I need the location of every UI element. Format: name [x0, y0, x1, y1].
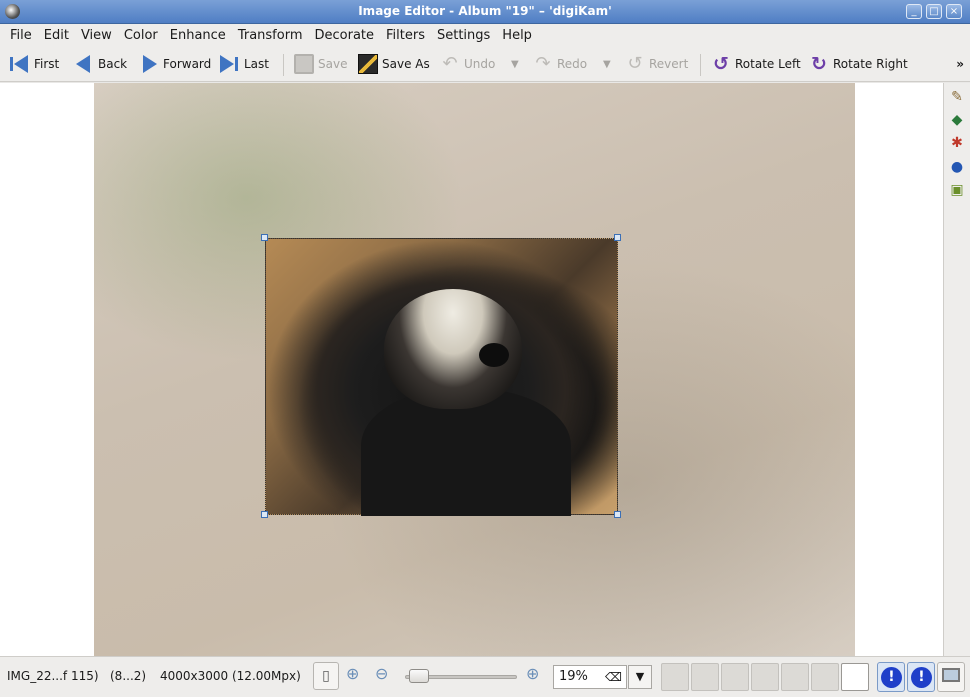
exclamation-icon: !: [881, 667, 902, 688]
back-button[interactable]: Back: [74, 52, 127, 76]
right-sidebar: ✎ ◆ ✱ ● ▣: [943, 83, 970, 656]
rotate-right-icon: ↻: [811, 53, 827, 75]
redo-button[interactable]: ↷ Redo: [533, 52, 587, 76]
status-filename: IMG_22...f 115): [7, 669, 99, 683]
badger-nose: [479, 343, 509, 367]
last-icon: [220, 54, 240, 74]
preview-duplicate-horizontal-button[interactable]: [781, 663, 809, 691]
fit-to-window-button[interactable]: ▯: [313, 662, 339, 690]
preview-target-button[interactable]: [811, 663, 839, 691]
undo-button[interactable]: ↶ Undo: [440, 52, 495, 76]
preview-original-button[interactable]: [661, 663, 689, 691]
last-label: Last: [244, 57, 269, 71]
redo-icon: ↷: [535, 53, 551, 74]
revert-icon: ↺: [627, 53, 643, 74]
save-as-icon: [358, 54, 378, 74]
zoom-dropdown[interactable]: ▼: [628, 665, 652, 689]
underexposure-indicator-button[interactable]: !: [877, 662, 905, 692]
menu-filters[interactable]: Filters: [380, 28, 431, 43]
chevron-down-icon: ▼: [511, 58, 519, 70]
main-toolbar: First Back Forward Last Save Save As ↶ U…: [0, 46, 970, 82]
menu-color[interactable]: Color: [118, 28, 164, 43]
zoom-input[interactable]: 19% ⌫: [553, 665, 627, 689]
brush-icon[interactable]: ✎: [948, 88, 966, 106]
menu-decorate[interactable]: Decorate: [308, 28, 380, 43]
selection-handle-top-left[interactable]: [261, 234, 268, 241]
monitor-icon: [942, 668, 960, 682]
chevron-down-icon: ▼: [603, 58, 611, 70]
undo-label: Undo: [464, 57, 496, 71]
window-title: Image Editor - Album "19" – 'digiKam': [358, 4, 612, 18]
rotate-left-button[interactable]: ↺ Rotate Left: [711, 52, 801, 76]
image-canvas[interactable]: [0, 83, 943, 656]
redo-dropdown[interactable]: ▼: [603, 52, 611, 76]
first-icon: [10, 54, 30, 74]
last-button[interactable]: Last: [220, 52, 269, 76]
first-button[interactable]: First: [10, 52, 59, 76]
undo-dropdown[interactable]: ▼: [511, 52, 519, 76]
redo-label: Redo: [557, 57, 588, 71]
status-bar: IMG_22...f 115) (8...2) 4000x3000 (12.00…: [0, 656, 970, 697]
rotate-left-icon: ↺: [713, 53, 729, 75]
menu-enhance[interactable]: Enhance: [164, 28, 232, 43]
zoom-out-icon[interactable]: ⊖: [375, 664, 388, 683]
menu-transform[interactable]: Transform: [232, 28, 309, 43]
menu-settings[interactable]: Settings: [431, 28, 496, 43]
forward-label: Forward: [163, 57, 212, 71]
back-arrow-icon: [74, 54, 94, 74]
overexposure-indicator-button[interactable]: !: [907, 662, 935, 692]
status-position: (8...2): [110, 669, 147, 683]
zoom-value: 19%: [559, 669, 588, 684]
undo-icon: ↶: [442, 53, 458, 74]
page-icon: ▯: [322, 668, 330, 684]
forward-button[interactable]: Forward: [139, 52, 211, 76]
menu-file[interactable]: File: [4, 28, 38, 43]
layers-icon[interactable]: ▣: [948, 181, 966, 199]
zoom-in-icon[interactable]: ⊕: [526, 664, 539, 683]
menu-help[interactable]: Help: [496, 28, 538, 43]
rotate-right-button[interactable]: ↻ Rotate Right: [809, 52, 908, 76]
save-button[interactable]: Save: [294, 52, 347, 76]
save-label: Save: [318, 57, 348, 71]
preview-mouseover-button[interactable]: [841, 663, 869, 691]
selection-handle-bottom-left[interactable]: [261, 511, 268, 518]
clear-icon[interactable]: ⌫: [605, 670, 622, 684]
title-bar: Image Editor - Album "19" – 'digiKam' _ …: [0, 0, 970, 24]
save-as-button[interactable]: Save As: [358, 52, 430, 76]
preview-both-horizontal-button[interactable]: [721, 663, 749, 691]
save-icon: [294, 54, 314, 74]
exclamation-icon: !: [911, 667, 932, 688]
palette-icon[interactable]: ◆: [948, 111, 966, 129]
back-label: Back: [98, 57, 128, 71]
toolbar-overflow-button[interactable]: »: [956, 57, 964, 71]
toolbar-separator: [283, 54, 284, 76]
save-as-label: Save As: [382, 57, 430, 71]
color-managed-view-button[interactable]: [937, 662, 965, 692]
preview-both-vertical-button[interactable]: [691, 663, 719, 691]
menu-view[interactable]: View: [75, 28, 118, 43]
selection-handle-top-right[interactable]: [614, 234, 621, 241]
close-button[interactable]: ×: [946, 4, 962, 19]
rotate-right-label: Rotate Right: [833, 57, 908, 71]
minimize-button[interactable]: _: [906, 4, 922, 19]
selection-region[interactable]: [265, 238, 618, 516]
color-picker-icon[interactable]: ✱: [948, 134, 966, 152]
chevron-down-icon: ▼: [635, 670, 645, 683]
menu-edit[interactable]: Edit: [38, 28, 75, 43]
zoom-slider-handle[interactable]: [409, 669, 430, 683]
preview-duplicate-vertical-button[interactable]: [751, 663, 779, 691]
selection-handle-bottom-right[interactable]: [614, 511, 621, 518]
status-dimensions: 4000x3000 (12.00Mpx): [160, 669, 301, 683]
rotate-left-label: Rotate Left: [735, 57, 801, 71]
globe-icon[interactable]: ●: [948, 158, 966, 176]
revert-button[interactable]: ↺ Revert: [625, 52, 688, 76]
maximize-button[interactable]: □: [926, 4, 942, 19]
toolbar-separator: [700, 54, 701, 76]
zoom-100-icon[interactable]: ⊕: [346, 664, 359, 683]
first-label: First: [34, 57, 60, 71]
revert-label: Revert: [649, 57, 689, 71]
forward-arrow-icon: [139, 54, 159, 74]
menu-bar: File Edit View Color Enhance Transform D…: [0, 24, 970, 46]
